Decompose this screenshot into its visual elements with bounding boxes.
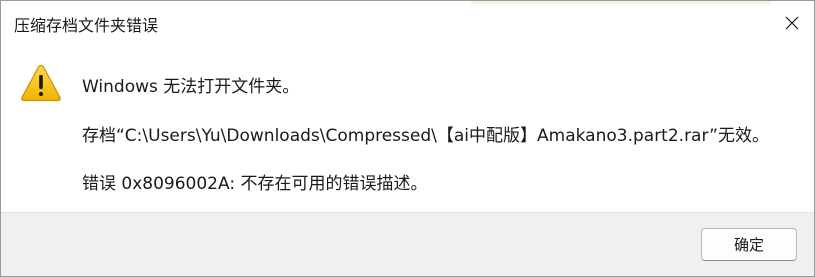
warning-icon [21,64,61,102]
background-window-peek [471,1,771,7]
dialog-title: 压缩存档文件夹错误 [14,16,159,35]
message-line-archive-path: 存档“C:\Users\Yu\Downloads\Compressed\【ai中… [82,126,769,146]
close-icon [785,16,798,30]
message-line-error-code: 错误 0x8096002A: 不存在可用的错误描述。 [82,174,428,194]
message-line-1: Windows 无法打开文件夹。 [82,77,300,97]
close-button[interactable] [769,1,814,45]
error-dialog: 压缩存档文件夹错误 Windows 无法打开文件夹。 存档“C:\Users\Y… [0,0,815,277]
ok-button[interactable]: 确定 [701,228,797,261]
dialog-footer: 确定 [1,212,814,276]
dialog-body: Windows 无法打开文件夹。 存档“C:\Users\Yu\Download… [1,45,814,212]
title-bar[interactable]: 压缩存档文件夹错误 [1,1,814,45]
